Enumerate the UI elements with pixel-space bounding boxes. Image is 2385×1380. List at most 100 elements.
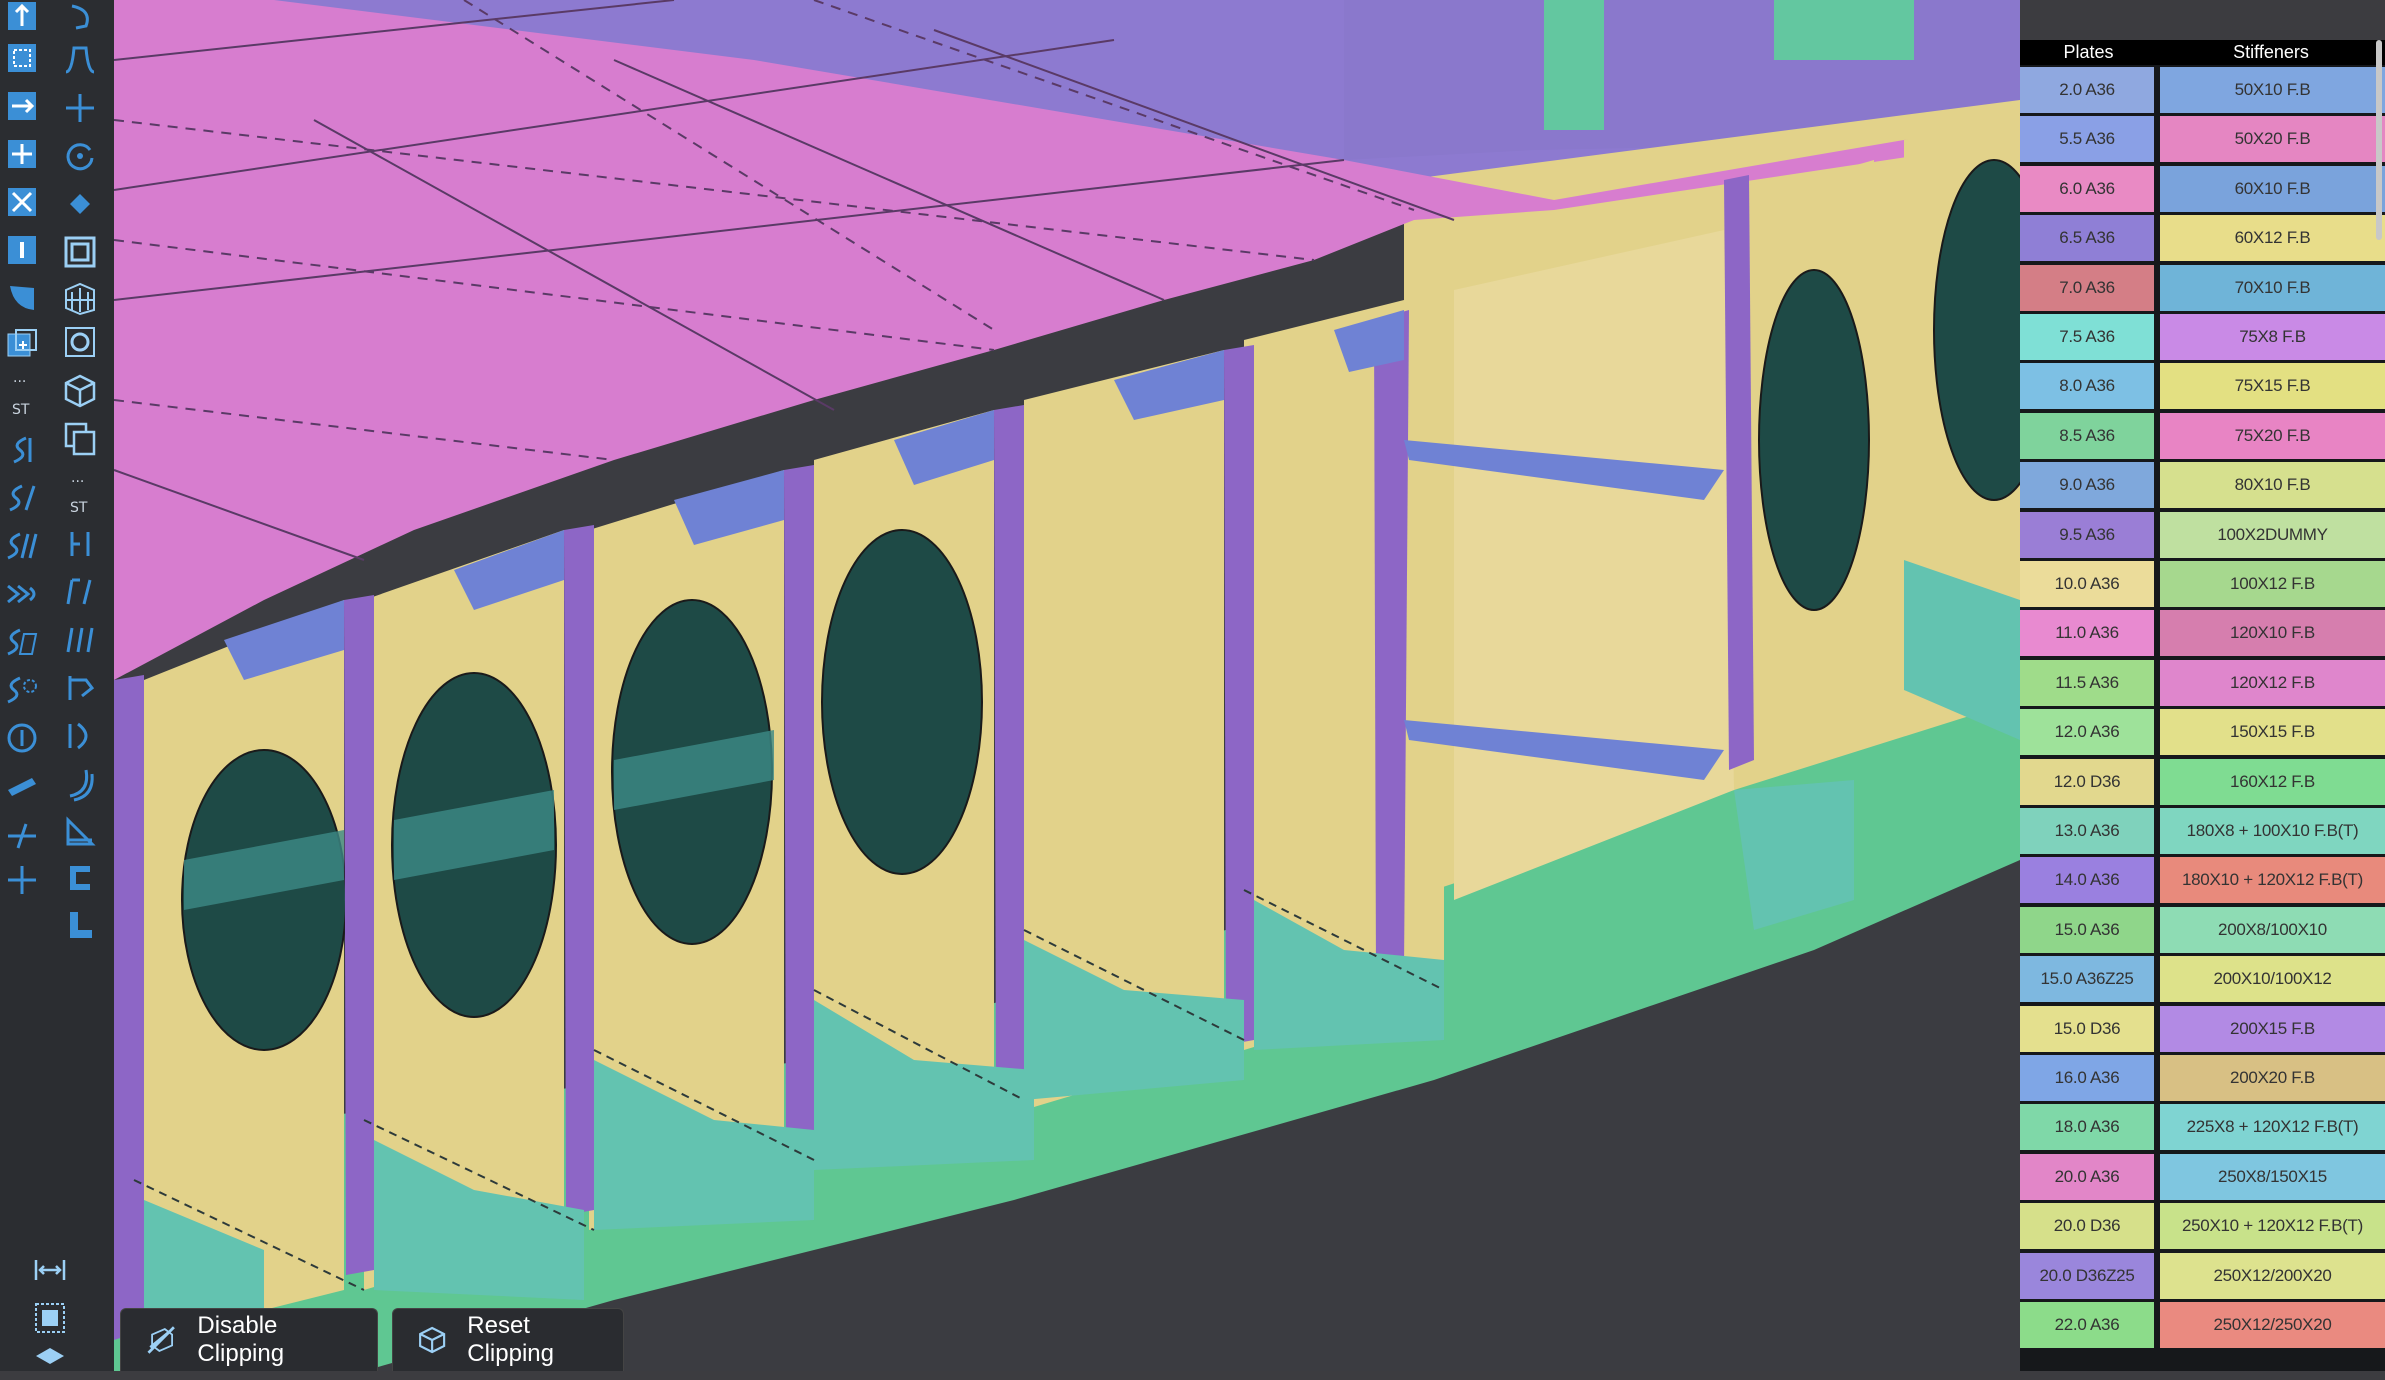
copy-icon[interactable] bbox=[60, 418, 100, 458]
profile-icon[interactable] bbox=[60, 40, 100, 80]
legend-plate-cell: 20.0 D36Z25 bbox=[2020, 1252, 2154, 1299]
add-plate-icon[interactable] bbox=[2, 324, 42, 364]
section-view-icon[interactable] bbox=[60, 322, 100, 362]
legend-plate-cell: 15.0 A36 bbox=[2020, 906, 2154, 953]
legend-stiffener-cell: 160X12 F.B bbox=[2160, 758, 2385, 805]
legend-stiffener-cell: 100X2DUMMY bbox=[2160, 511, 2385, 558]
rotate-icon[interactable] bbox=[60, 136, 100, 176]
reset-clipping-button[interactable]: Reset Clipping bbox=[392, 1308, 624, 1371]
bracket-6-icon[interactable] bbox=[60, 764, 100, 804]
legend-plate-cell: 11.5 A36 bbox=[2020, 659, 2154, 706]
bracket-5-icon[interactable] bbox=[60, 716, 100, 756]
home-view-icon[interactable] bbox=[30, 1340, 70, 1380]
legend-plate-cell: 8.5 A36 bbox=[2020, 412, 2154, 459]
plates-header: Plates bbox=[2020, 40, 2157, 65]
line-cut-icon[interactable] bbox=[2, 814, 42, 854]
legend-plate-cell: 7.5 A36 bbox=[2020, 314, 2154, 360]
legend-stiffener-cell: 200X8/100X10 bbox=[2160, 906, 2385, 953]
circle-icon[interactable] bbox=[2, 718, 42, 758]
legend-stiffener-cell: 200X10/100X12 bbox=[2160, 956, 2385, 1003]
bracket-1-icon[interactable] bbox=[60, 524, 100, 564]
crosshair-icon[interactable] bbox=[2, 860, 42, 900]
legend-plate-cell: 15.0 A36Z25 bbox=[2020, 956, 2154, 1003]
select-region-icon[interactable] bbox=[2, 38, 42, 78]
legend-plate-cell: 6.5 A36 bbox=[2020, 215, 2154, 262]
move-icon[interactable] bbox=[2, 134, 42, 174]
material-legend: Plates Stiffeners 2.0 A36 50X10 F.B 5.5 A3… bbox=[2020, 40, 2385, 1371]
legend-stiffener-cell: 180X8 + 100X10 F.B(T) bbox=[2160, 808, 2385, 854]
triangle-bracket-icon[interactable] bbox=[60, 812, 100, 852]
legend-plate-cell: 7.0 A36 bbox=[2020, 264, 2154, 311]
bracket-3-icon[interactable] bbox=[60, 620, 100, 660]
legend-plate-cell: 20.0 D36 bbox=[2020, 1203, 2154, 1250]
legend-stiffener-cell: 250X8/150X15 bbox=[2160, 1153, 2385, 1200]
bracket-2-icon[interactable] bbox=[60, 572, 100, 612]
stiffener-curve-2-icon[interactable] bbox=[2, 478, 42, 518]
stiffener-curve-4-icon[interactable] bbox=[2, 574, 42, 614]
flange-icon[interactable] bbox=[60, 858, 100, 898]
legend-stiffener-cell: 120X10 F.B bbox=[2160, 610, 2385, 657]
legend-stiffener-cell: 250X12/250X20 bbox=[2160, 1302, 2385, 1348]
grid-solid-icon[interactable] bbox=[60, 278, 100, 318]
legend-plate-cell: 11.0 A36 bbox=[2020, 610, 2154, 657]
l-profile-icon[interactable] bbox=[60, 904, 100, 944]
add-point-icon[interactable] bbox=[60, 88, 100, 128]
reset-clipping-label: Reset Clipping bbox=[467, 1312, 554, 1367]
legend-plate-cell: 13.0 A36 bbox=[2020, 808, 2154, 854]
stiffener-curve-3-icon[interactable] bbox=[2, 526, 42, 566]
arc-icon[interactable] bbox=[60, 0, 100, 36]
st-label: ST bbox=[70, 500, 88, 516]
ellipsis-label: ... bbox=[13, 370, 27, 386]
legend-stiffener-cell: 50X10 F.B bbox=[2160, 67, 2385, 113]
scale-icon[interactable] bbox=[2, 182, 42, 222]
disable-clipping-label: Disable Clipping bbox=[197, 1312, 285, 1367]
legend-plate-cell: 14.0 A36 bbox=[2020, 857, 2154, 904]
legend-plate-cell: 8.0 A36 bbox=[2020, 363, 2154, 410]
legend-plate-cell: 2.0 A36 bbox=[2020, 67, 2154, 113]
reset-clipping-icon bbox=[419, 1326, 446, 1354]
window-icon[interactable] bbox=[30, 1298, 70, 1338]
legend-plate-cell: 6.0 A36 bbox=[2020, 165, 2154, 212]
stiffener-curve-1-icon[interactable] bbox=[2, 430, 42, 470]
legend-plate-cell: 12.0 A36 bbox=[2020, 709, 2154, 756]
legend-stiffener-cell: 75X20 F.B bbox=[2160, 412, 2385, 459]
legend-plate-cell: 5.5 A36 bbox=[2020, 116, 2154, 163]
fit-width-icon[interactable] bbox=[30, 1250, 70, 1290]
legend-plate-cell: 12.0 D36 bbox=[2020, 758, 2154, 805]
info-icon[interactable] bbox=[2, 230, 42, 270]
legend-stiffener-cell: 200X20 F.B bbox=[2160, 1055, 2385, 1101]
curve-surface-icon[interactable] bbox=[2, 278, 42, 318]
ship-structure-model bbox=[114, 0, 2020, 1371]
stiffener-curve-5-icon[interactable] bbox=[2, 622, 42, 662]
select-box-icon[interactable] bbox=[2, 86, 42, 126]
legend-plate-cell: 9.0 A36 bbox=[2020, 462, 2154, 509]
disable-clipping-icon bbox=[147, 1326, 175, 1354]
legend-plate-cell: 16.0 A36 bbox=[2020, 1055, 2154, 1101]
legend-stiffener-cell: 70X10 F.B bbox=[2160, 264, 2385, 311]
legend-stiffener-cell: 50X20 F.B bbox=[2160, 116, 2385, 163]
legend-plate-cell: 10.0 A36 bbox=[2020, 561, 2154, 607]
disable-clipping-button[interactable]: Disable Clipping bbox=[120, 1308, 378, 1371]
legend-stiffener-cell: 200X15 F.B bbox=[2160, 1005, 2385, 1052]
legend-plate-cell: 20.0 A36 bbox=[2020, 1153, 2154, 1200]
plate-icon[interactable] bbox=[2, 766, 42, 806]
3d-viewport[interactable] bbox=[114, 0, 2020, 1371]
legend-stiffener-cell: 120X12 F.B bbox=[2160, 659, 2385, 706]
stiffeners-header: Stiffeners bbox=[2157, 40, 2385, 65]
select-top-icon[interactable] bbox=[2, 0, 42, 36]
stiffener-curve-6-icon[interactable] bbox=[2, 670, 42, 710]
legend-stiffener-cell: 250X10 + 120X12 F.B(T) bbox=[2160, 1203, 2385, 1250]
legend-plate-cell: 9.5 A36 bbox=[2020, 511, 2154, 558]
cube-icon[interactable] bbox=[60, 370, 100, 410]
legend-plate-cell: 18.0 A36 bbox=[2020, 1104, 2154, 1151]
bracket-4-icon[interactable] bbox=[60, 668, 100, 708]
legend-stiffener-cell: 60X10 F.B bbox=[2160, 165, 2385, 212]
legend-plate-cell: 15.0 D36 bbox=[2020, 1005, 2154, 1052]
legend-scrollbar[interactable] bbox=[2376, 40, 2382, 240]
diamond-icon[interactable] bbox=[60, 184, 100, 224]
st-label: ST bbox=[12, 402, 30, 418]
legend-stiffener-cell: 75X8 F.B bbox=[2160, 314, 2385, 360]
frame-icon[interactable] bbox=[60, 232, 100, 272]
legend-stiffener-cell: 100X12 F.B bbox=[2160, 561, 2385, 607]
legend-plate-cell: 22.0 A36 bbox=[2020, 1302, 2154, 1348]
